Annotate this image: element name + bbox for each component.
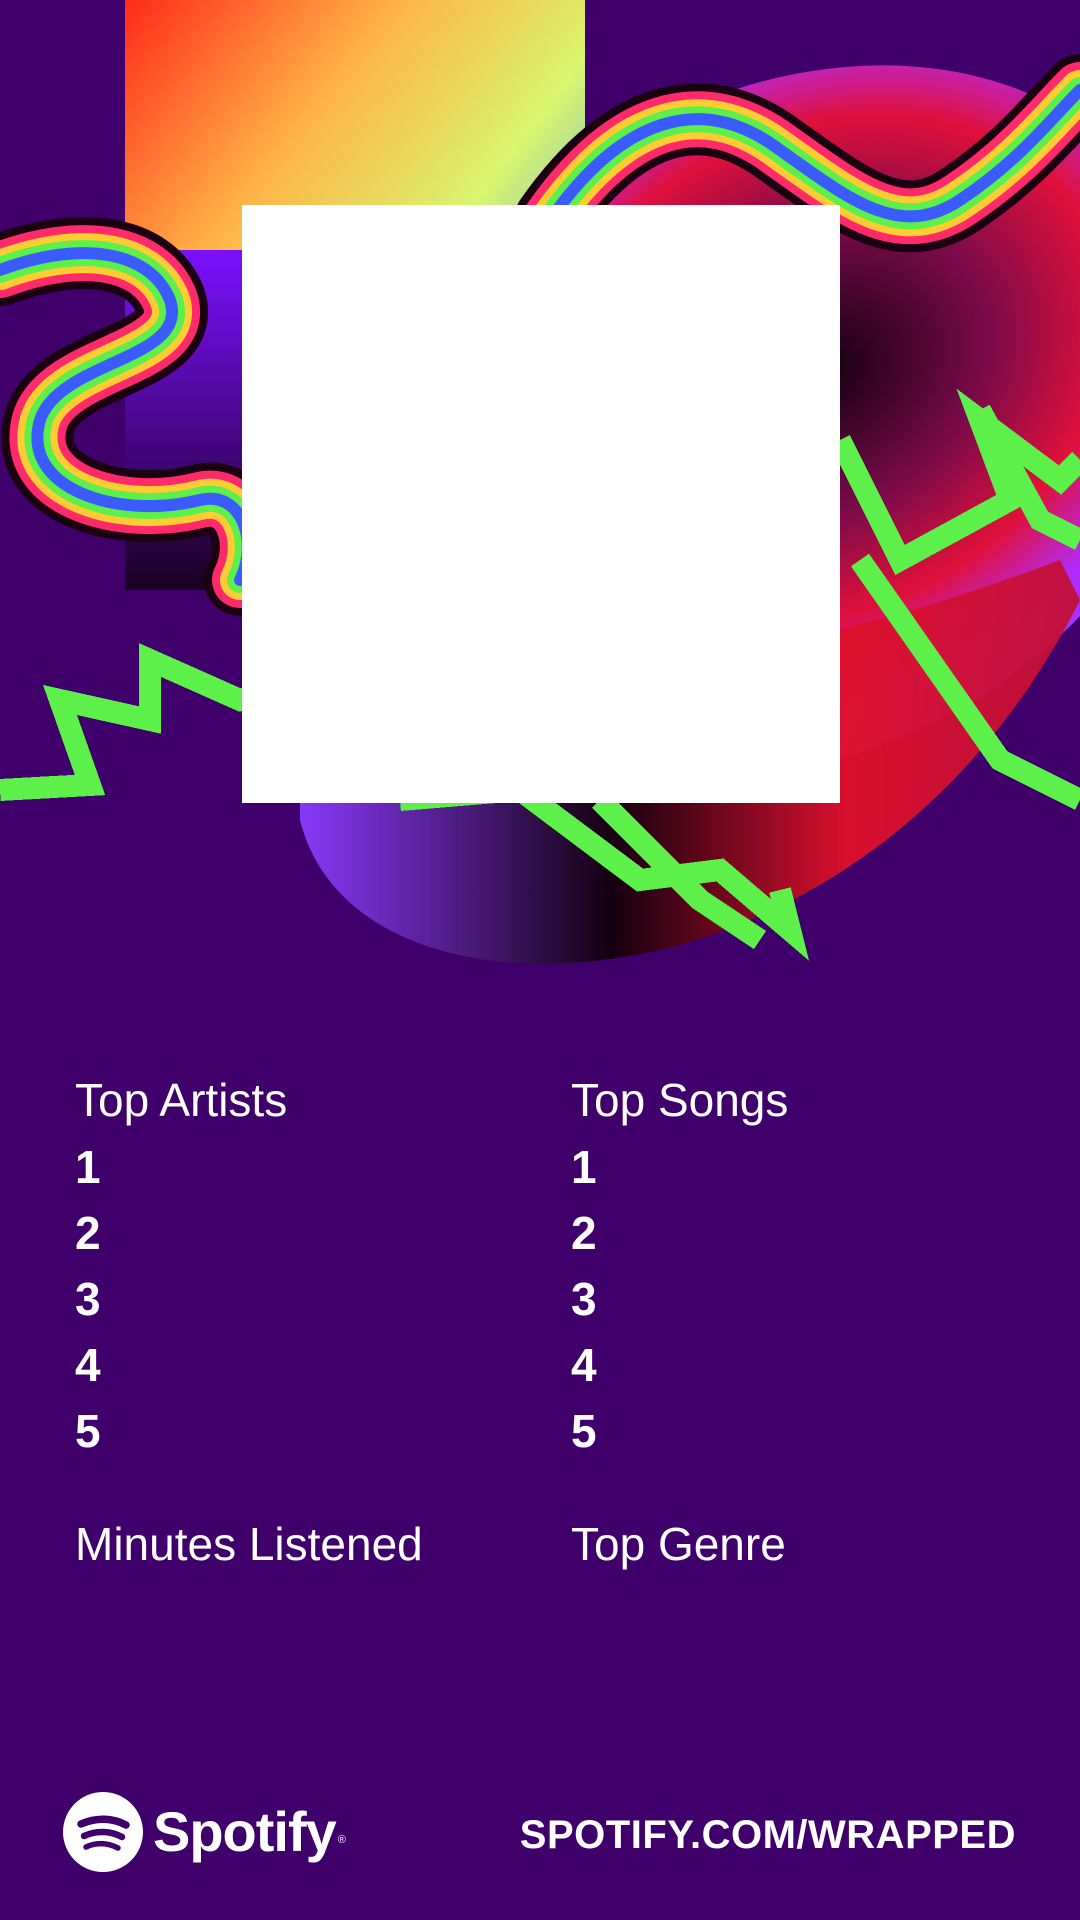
top-songs-rank-3: 3 xyxy=(571,1273,597,1325)
top-artists-heading: Top Artists xyxy=(75,1074,288,1126)
top-artists-section: Top Artists 1 2 3 4 5 xyxy=(75,1070,495,1464)
top-artists-rank-2: 2 xyxy=(75,1207,101,1259)
top-songs-rank-5: 5 xyxy=(571,1405,597,1457)
minutes-listened-heading: Minutes Listened xyxy=(75,1518,423,1570)
photo-placeholder[interactable] xyxy=(242,205,840,803)
top-genre-heading: Top Genre xyxy=(571,1518,786,1570)
top-songs-rank-4: 4 xyxy=(571,1339,597,1391)
top-songs-rank-2: 2 xyxy=(571,1207,597,1259)
wrapped-url-link[interactable]: SPOTIFY.COM/WRAPPED xyxy=(470,1810,1016,1860)
spotify-logo-icon xyxy=(63,1792,143,1872)
top-songs-rank-1: 1 xyxy=(571,1141,597,1193)
top-artists-rank-4: 4 xyxy=(75,1339,101,1391)
top-artists-rank-3: 3 xyxy=(75,1273,101,1325)
wrapped-card: Top Artists 1 2 3 4 5 Top Songs 1 2 3 4 … xyxy=(0,0,1080,1920)
top-artists-rank-1: 1 xyxy=(75,1141,101,1193)
top-songs-list: 1 2 3 4 5 xyxy=(571,1134,991,1464)
registered-mark: ® xyxy=(337,1834,346,1846)
spotify-logo: Spotify ® xyxy=(63,1790,346,1874)
top-songs-section: Top Songs 1 2 3 4 5 xyxy=(571,1070,991,1464)
top-artists-rank-5: 5 xyxy=(75,1405,101,1457)
spotify-wordmark: Spotify xyxy=(153,1800,337,1863)
top-songs-heading: Top Songs xyxy=(571,1074,789,1126)
top-artists-list: 1 2 3 4 5 xyxy=(75,1134,495,1464)
